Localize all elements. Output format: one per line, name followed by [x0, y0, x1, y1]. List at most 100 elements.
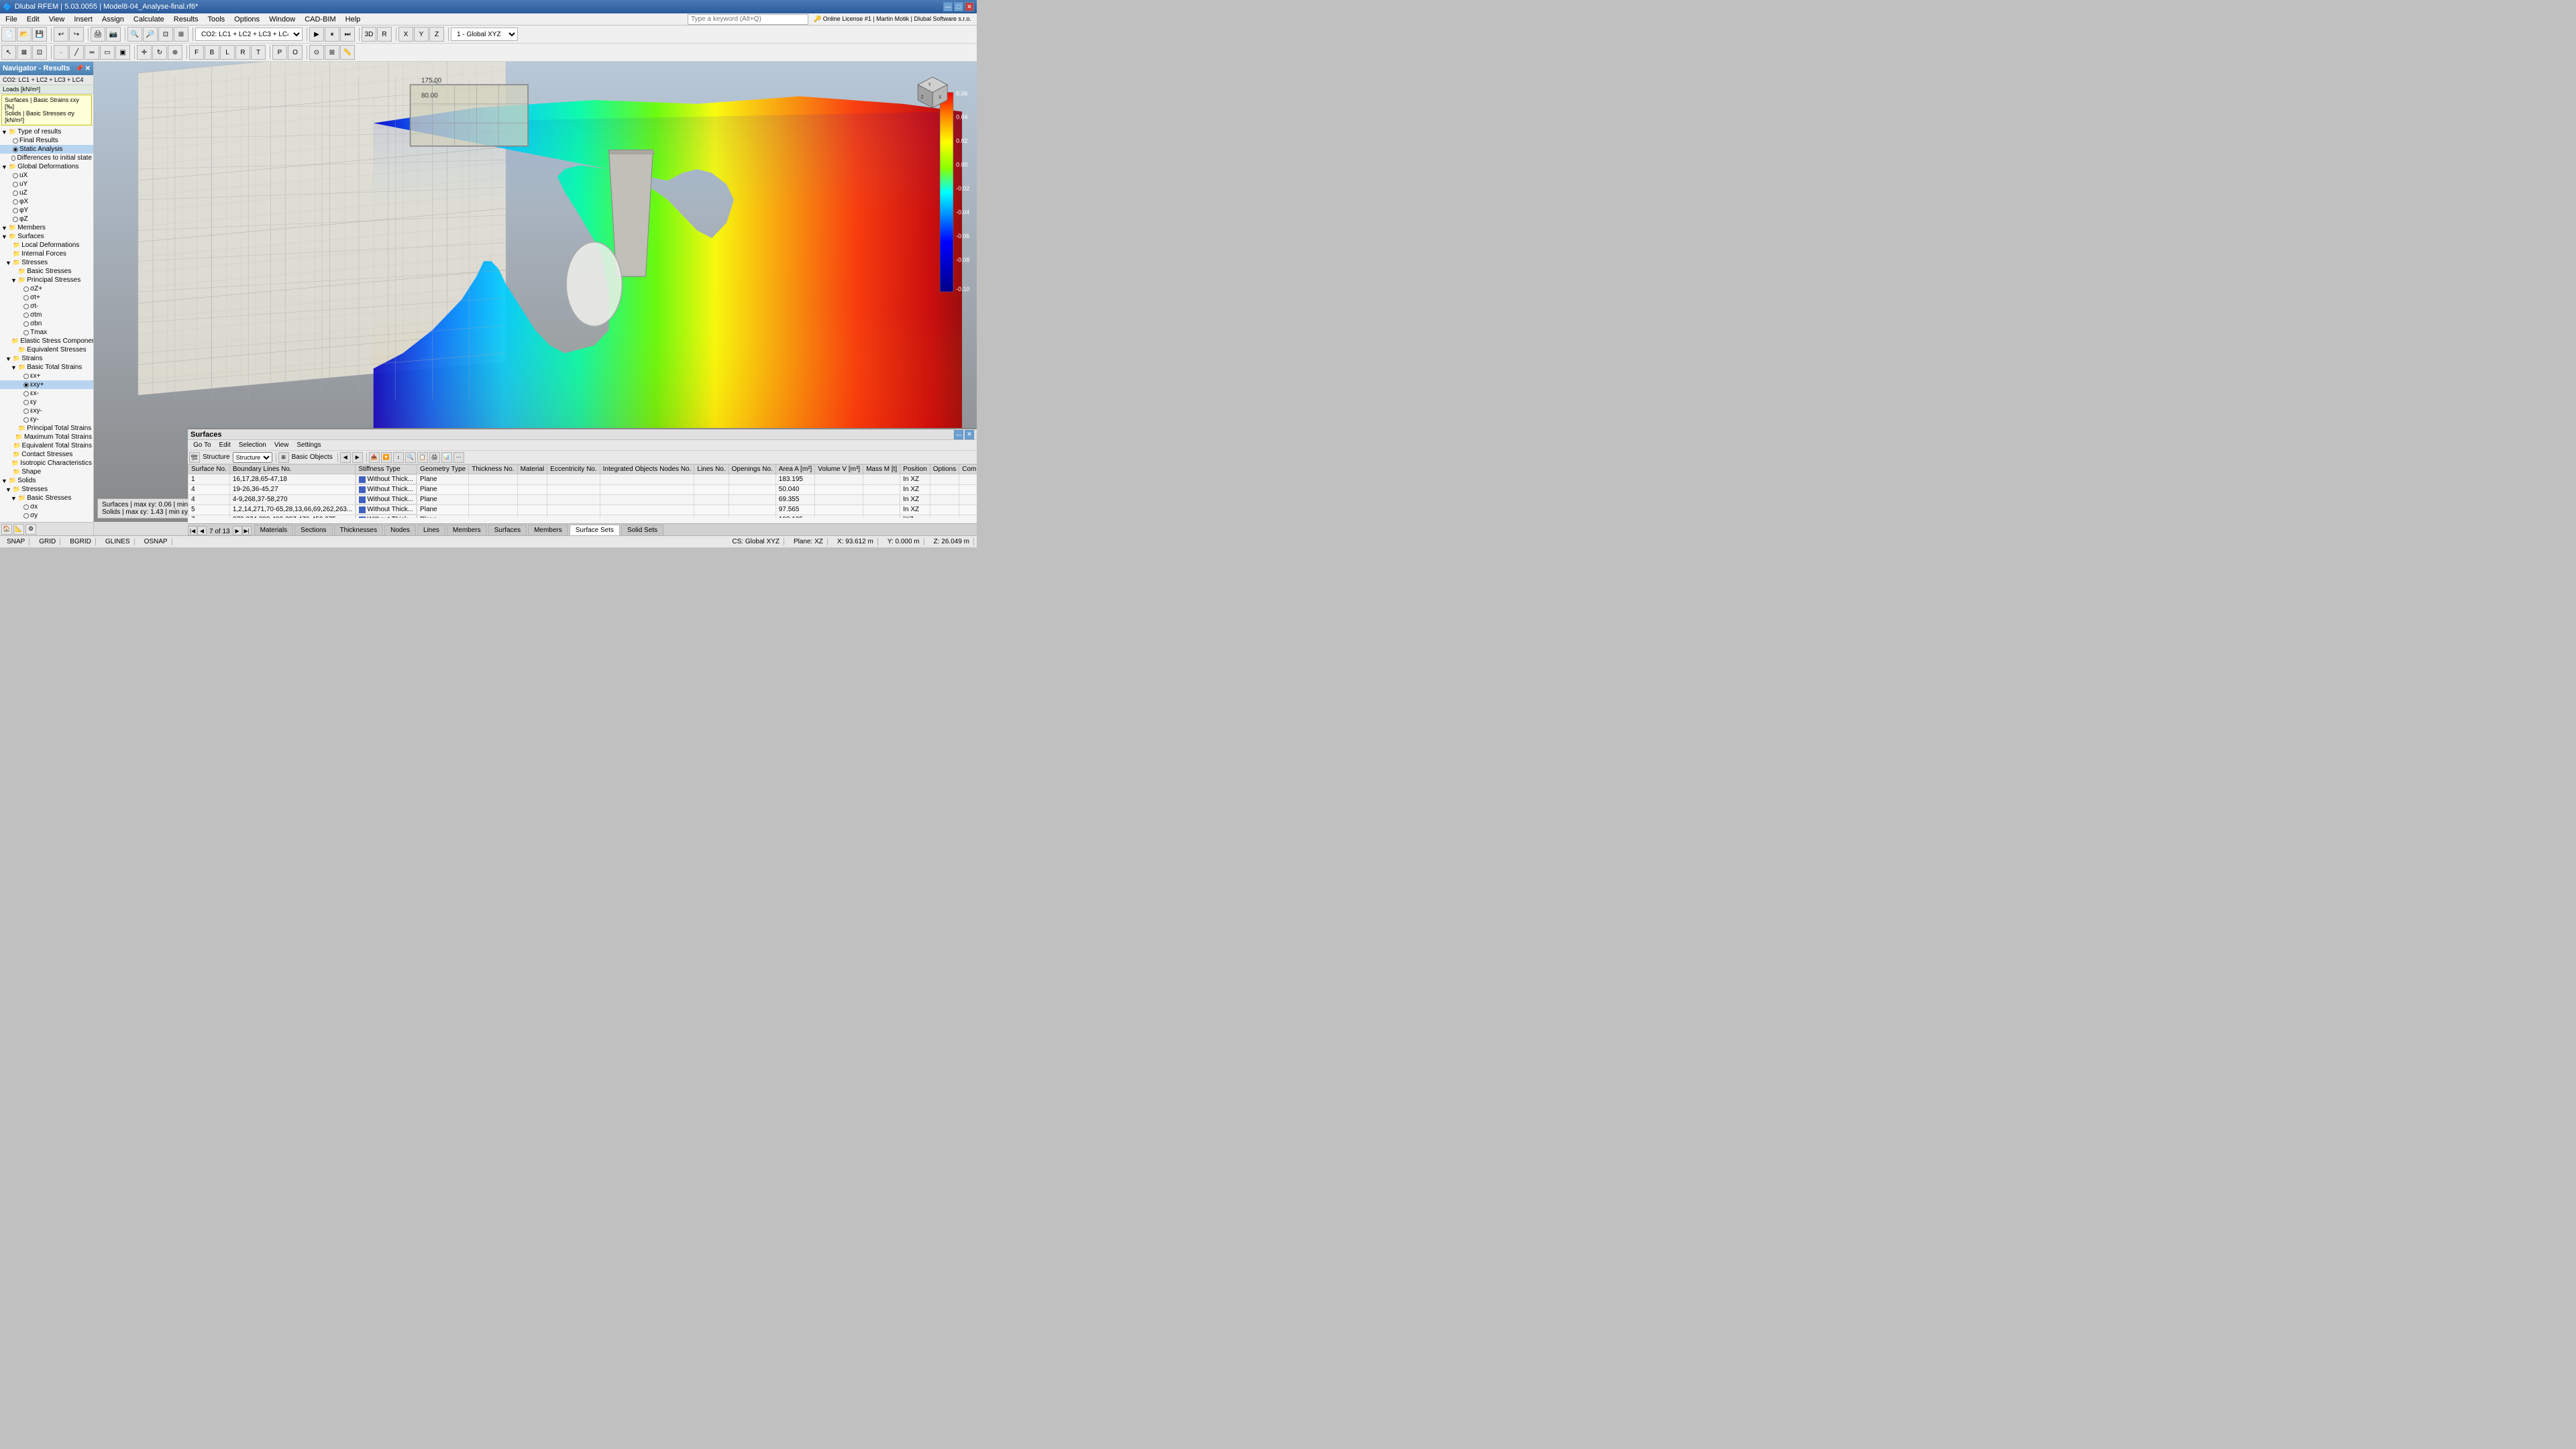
- nav-btn-3[interactable]: ⚙: [25, 524, 36, 535]
- tree-differences[interactable]: Differences to initial state: [0, 154, 93, 162]
- tree-type-results[interactable]: ▼ 📁 Type of results: [0, 127, 93, 136]
- nav-last[interactable]: ▶|: [242, 526, 252, 535]
- table-scroll[interactable]: Surface No. Boundary Lines No. Stiffness…: [188, 464, 977, 518]
- nav-prev[interactable]: ◀: [197, 526, 207, 535]
- tree-principal-strains[interactable]: 📁Principal Total Strains: [0, 424, 93, 433]
- tb-node[interactable]: ·: [54, 45, 68, 60]
- tree-members[interactable]: ▼ 📁 Members: [0, 223, 93, 232]
- maximize-btn[interactable]: □: [954, 2, 963, 11]
- results-close-btn[interactable]: ✕: [965, 430, 974, 439]
- results-goto[interactable]: Go To: [191, 441, 214, 449]
- results-settings[interactable]: Settings: [294, 441, 323, 449]
- tree-eps-xy-plus[interactable]: εxy+: [0, 380, 93, 389]
- nav-close-icon[interactable]: ✕: [85, 65, 91, 72]
- col-geometry[interactable]: Geometry Type: [417, 465, 469, 474]
- menu-results[interactable]: Results: [170, 15, 203, 24]
- glines-btn[interactable]: GLINES: [101, 538, 135, 545]
- tb-screenshot[interactable]: 📷: [106, 27, 121, 42]
- title-bar-right[interactable]: — □ ✕: [943, 2, 974, 11]
- tb-line[interactable]: ╱: [69, 45, 84, 60]
- tb-select[interactable]: ↖: [1, 45, 16, 60]
- tree-sigz-minus[interactable]: σt+: [0, 293, 93, 302]
- res-tb-export[interactable]: 📤: [369, 452, 380, 463]
- table-row[interactable]: 7 273,274,388,403-397,470-459,275 Withou…: [189, 515, 977, 518]
- nav-first[interactable]: |◀: [188, 526, 197, 535]
- tb-right[interactable]: R: [235, 45, 250, 60]
- bottom-tab-thicknesses[interactable]: Thicknesses: [334, 525, 384, 535]
- tree-shape[interactable]: 📁Shape: [0, 468, 93, 476]
- col-mass[interactable]: Mass M [t]: [863, 465, 900, 474]
- res-tb-sort[interactable]: ↕: [393, 452, 404, 463]
- tree-surfaces[interactable]: ▼ 📁 Surfaces: [0, 232, 93, 241]
- col-thickness[interactable]: Thickness No.: [469, 465, 517, 474]
- res-tb-basic-icon[interactable]: ⊞: [278, 452, 289, 463]
- bottom-tab-surfaces[interactable]: Surfaces: [488, 525, 527, 535]
- results-view[interactable]: View: [272, 441, 292, 449]
- bottom-tab-sections[interactable]: Sections: [294, 525, 332, 535]
- res-tb-search-res[interactable]: 🔍: [405, 452, 416, 463]
- tree-strains[interactable]: ▼ 📁 Strains: [0, 354, 93, 363]
- tree-final-results[interactable]: Final Results: [0, 136, 93, 145]
- menu-options[interactable]: Options: [230, 15, 264, 24]
- bottom-tab-materials[interactable]: Materials: [254, 525, 294, 535]
- tb-view1[interactable]: ▶: [309, 27, 324, 42]
- res-tb-filter[interactable]: 🔽: [381, 452, 392, 463]
- nav-btn-1[interactable]: 🏠: [1, 524, 12, 535]
- nav-pin-icon[interactable]: 📌: [75, 65, 83, 72]
- res-tb-more[interactable]: ⋯: [453, 452, 464, 463]
- tb-zoom-in[interactable]: 🔍: [127, 27, 142, 42]
- menu-tools[interactable]: Tools: [203, 15, 229, 24]
- bgrid-btn[interactable]: BGRID: [66, 538, 96, 545]
- tree-elastic-stress[interactable]: 📁Elastic Stress Components: [0, 337, 93, 345]
- results-header-right[interactable]: — ✕: [954, 430, 974, 439]
- tree-sigbn[interactable]: σbn: [0, 319, 93, 328]
- tb-new[interactable]: 📄: [1, 27, 16, 42]
- search-input[interactable]: [688, 14, 808, 25]
- tree-local-def[interactable]: 📁 Local Deformations: [0, 241, 93, 250]
- tb-z1[interactable]: Z: [429, 27, 444, 42]
- tree-solids-basic[interactable]: ▼ 📁 Basic Stresses: [0, 494, 93, 502]
- tree-solids-stresses[interactable]: ▼ 📁 Stresses: [0, 485, 93, 494]
- tree-equiv-strains[interactable]: 📁Equivalent Total Strains: [0, 441, 93, 450]
- nav-btn-2[interactable]: 📐: [13, 524, 24, 535]
- tree-solids[interactable]: ▼ 📁 Solids: [0, 476, 93, 485]
- viewport[interactable]: S:C01 CO2: LC1 + LC2 + LC3 + LC4 ▼ 1 - G…: [94, 62, 977, 535]
- grid-btn[interactable]: GRID: [35, 538, 60, 545]
- tree-basic-stresses[interactable]: 📁 Basic Stresses: [0, 267, 93, 276]
- tb-zoom-all[interactable]: ⊡: [158, 27, 173, 42]
- tb-zoom-out[interactable]: 🔎: [143, 27, 158, 42]
- bottom-tab-surface-sets[interactable]: Surface Sets: [570, 525, 620, 535]
- menu-help[interactable]: Help: [341, 15, 365, 24]
- tree-basic-total-strains[interactable]: ▼ 📁 Basic Total Strains: [0, 363, 93, 372]
- table-row[interactable]: 4 19-26,36-45,27 Without Thick... Plane …: [189, 484, 977, 494]
- close-btn[interactable]: ✕: [965, 2, 974, 11]
- col-surface-no[interactable]: Surface No.: [189, 465, 230, 474]
- table-row[interactable]: 1 16,17,28,65-47,18 Without Thick... Pla…: [189, 474, 977, 485]
- bottom-tab-members[interactable]: Members: [528, 525, 568, 535]
- tree-eps-y[interactable]: εy: [0, 398, 93, 407]
- menu-assign[interactable]: Assign: [98, 15, 128, 24]
- tree-global-def[interactable]: ▼ 📁 Global Deformations: [0, 162, 93, 171]
- tb-open[interactable]: 📂: [17, 27, 32, 42]
- tb-undo[interactable]: ↩: [54, 27, 68, 42]
- tb-snap[interactable]: ⊙: [309, 45, 324, 60]
- res-tb-structure-icon[interactable]: 🏗: [189, 452, 200, 463]
- nav-next[interactable]: ▶: [233, 526, 242, 535]
- minimize-btn[interactable]: —: [943, 2, 953, 11]
- tb-front[interactable]: F: [189, 45, 204, 60]
- tree-phix[interactable]: φX: [0, 197, 93, 206]
- tb-3d[interactable]: 3D: [362, 27, 376, 42]
- tb-member[interactable]: ═: [85, 45, 99, 60]
- tree-max-strains[interactable]: 📁Maximum Total Strains: [0, 433, 93, 441]
- col-options[interactable]: Options: [930, 465, 959, 474]
- tree-ux[interactable]: uX: [0, 171, 93, 180]
- res-tb-prev[interactable]: ◀: [340, 452, 351, 463]
- res-tb-chart[interactable]: 📊: [441, 452, 452, 463]
- tb-ortho[interactable]: O: [288, 45, 303, 60]
- res-tb-copy2[interactable]: 📋: [417, 452, 428, 463]
- tree-phiy[interactable]: φY: [0, 206, 93, 215]
- menu-window[interactable]: Window: [265, 15, 299, 24]
- col-nodes[interactable]: Integrated Objects Nodes No.: [600, 465, 694, 474]
- tb-y1[interactable]: Y: [414, 27, 429, 42]
- col-position[interactable]: Position: [900, 465, 930, 474]
